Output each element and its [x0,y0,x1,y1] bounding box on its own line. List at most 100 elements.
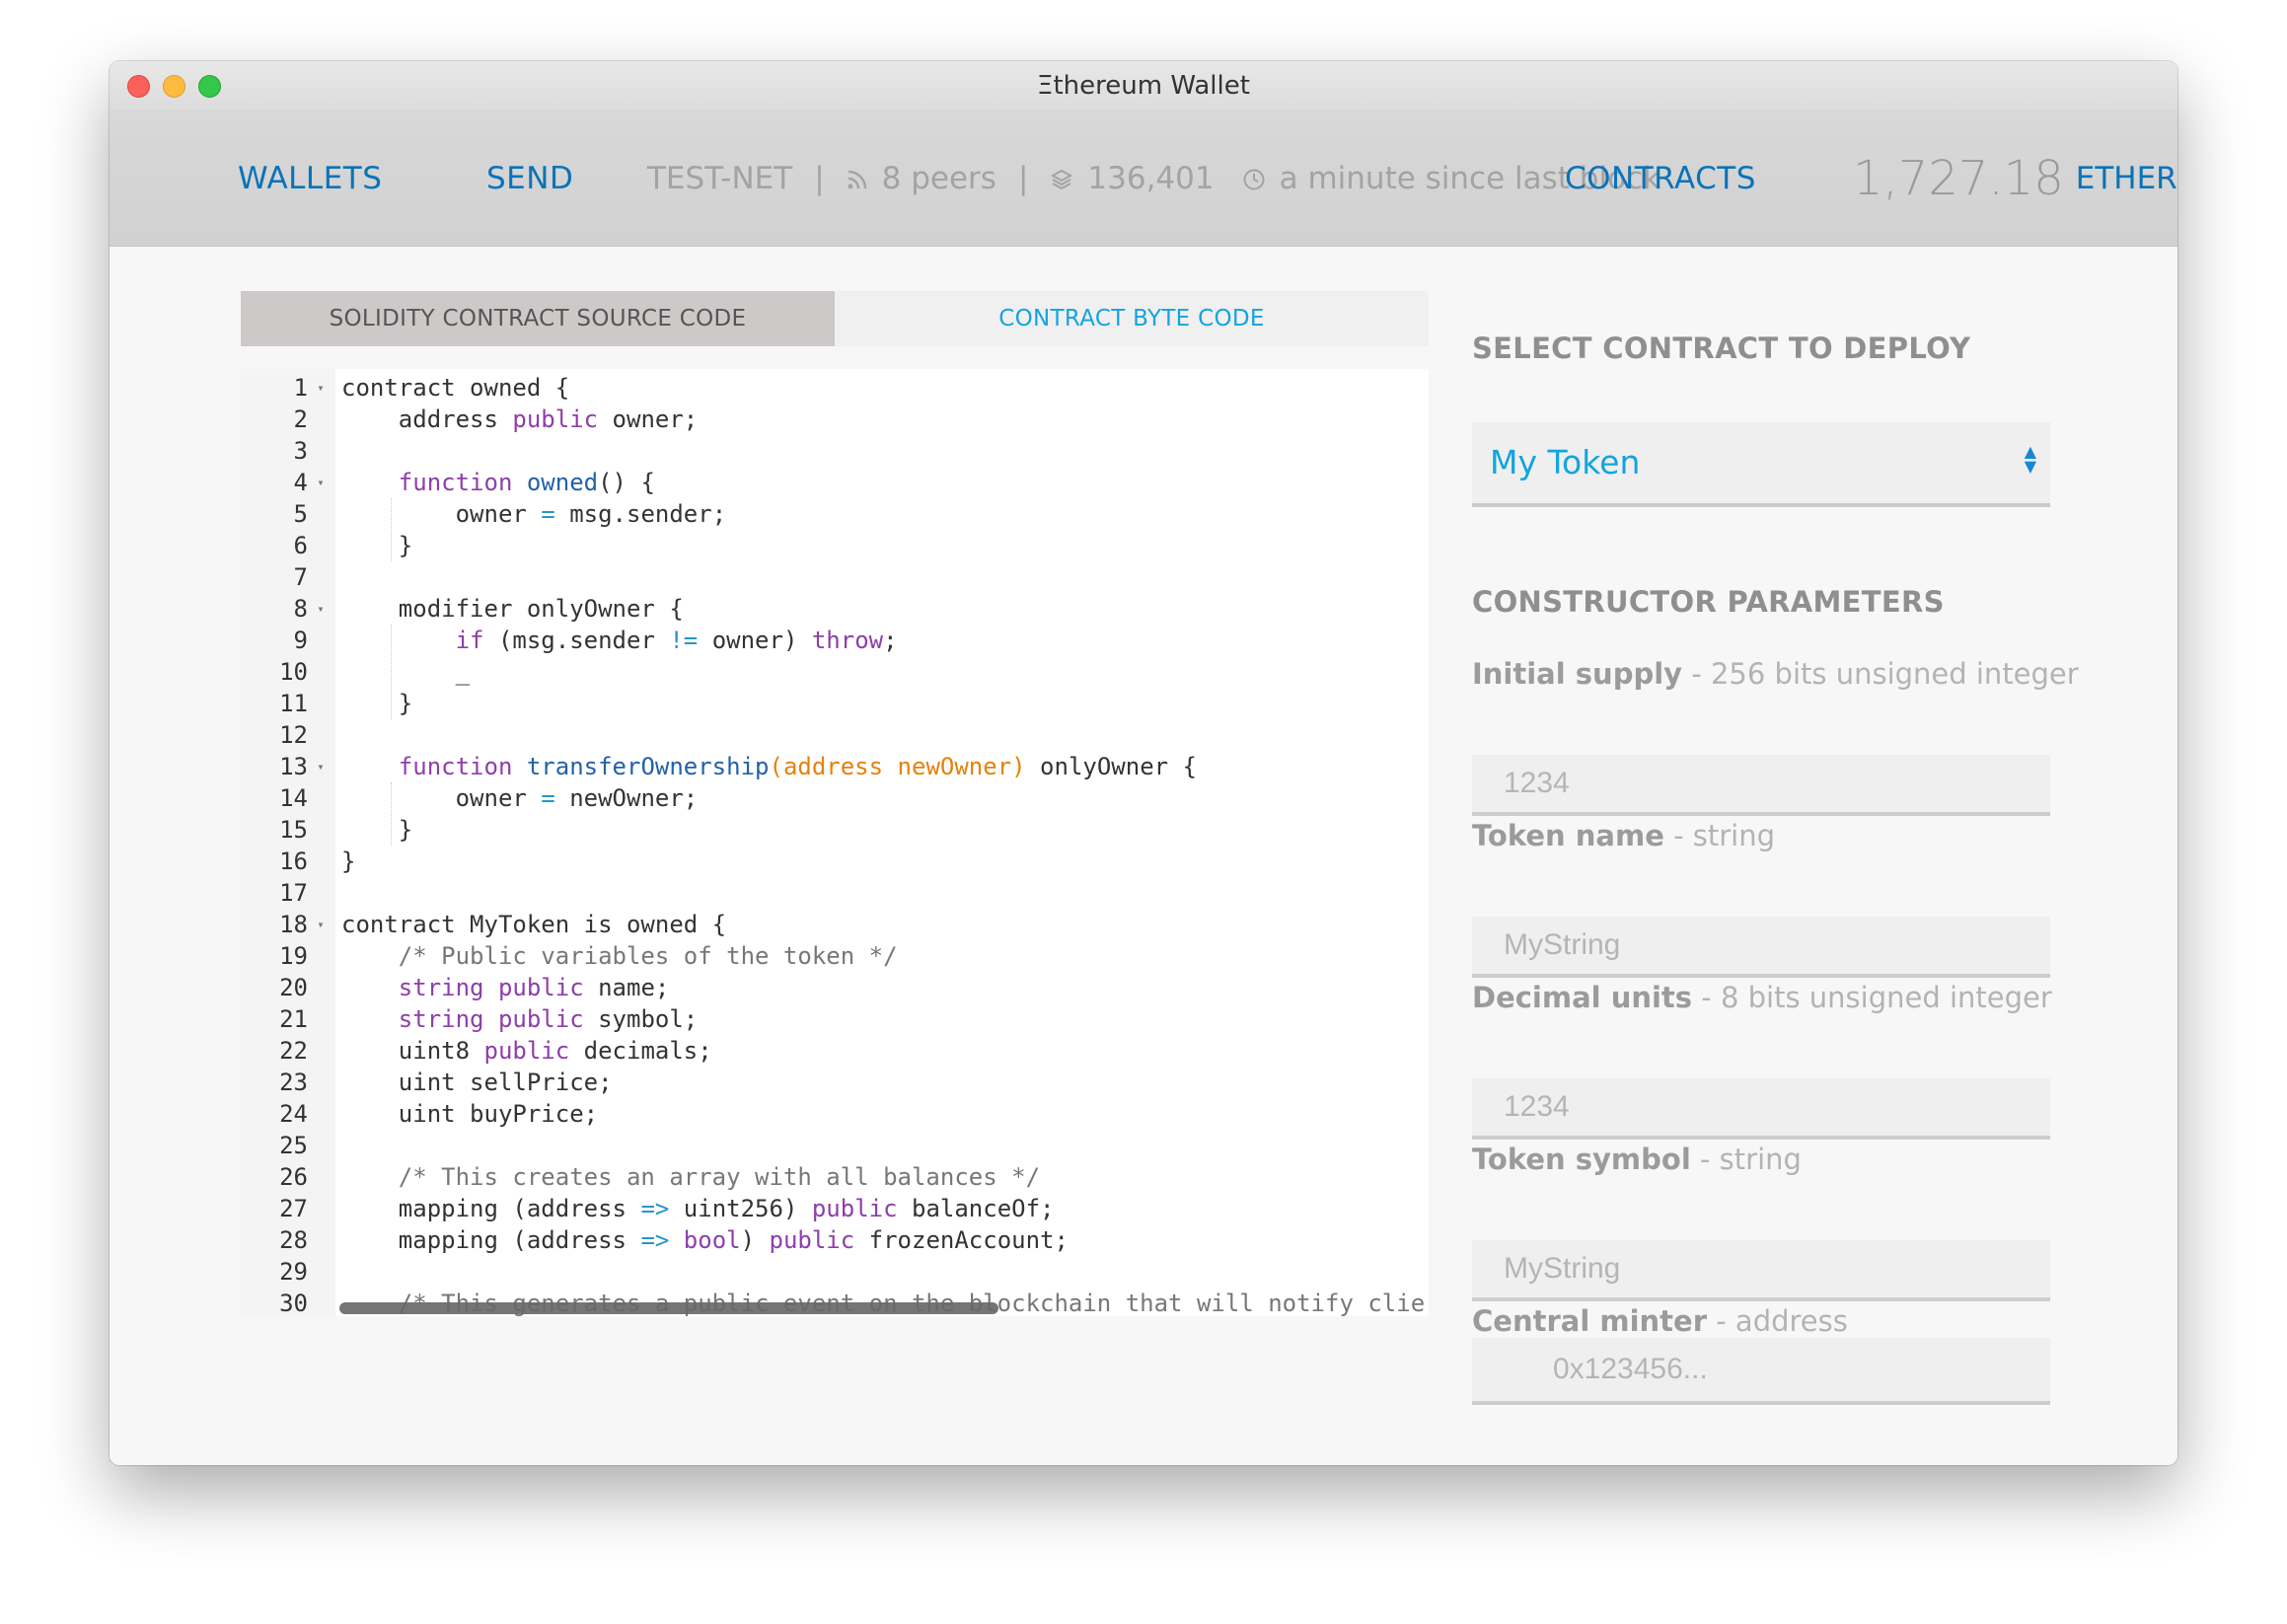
code-line: 25 [241,1130,1429,1161]
nav-send[interactable]: SEND [486,161,573,196]
fold-toggle-icon[interactable]: ▾ [314,909,328,940]
code-line: 28 mapping (address => bool) public froz… [241,1224,1429,1256]
line-number: 9 [293,627,308,654]
line-number: 12 [279,721,308,749]
account-balance: 1,727.18 ETHER [1853,111,2177,246]
code-line: 26 /* This creates an array with all bal… [241,1161,1429,1193]
code-line: 29 [241,1256,1429,1288]
peer-count: 8 peers [881,160,996,196]
block-number: 136,401 [1087,160,1215,196]
fold-toggle-icon[interactable]: ▾ [314,467,328,498]
code-line: 23 uint sellPrice; [241,1067,1429,1098]
line-number: 4 [293,469,308,496]
code-line: 13 ▾ function transferOwnership(address n… [241,751,1429,782]
code-text: string public symbol; [398,1005,699,1033]
code-tabs: SOLIDITY CONTRACT SOURCE CODE CONTRACT B… [241,291,1429,346]
code-text: address public owner; [341,406,699,433]
fold-toggle-icon[interactable]: ▾ [314,751,328,782]
fold-toggle-icon[interactable]: ▾ [314,593,328,625]
code-line: 11 } [241,688,1429,719]
code-line: 12 [241,719,1429,751]
code-line: 4 ▾ function owned() { [241,467,1429,498]
code-editor[interactable]: 1 ▾ contract owned {2 address public owner… [241,369,1429,1316]
code-text: contract owned { [341,374,570,402]
code-line: 14 owner = newOwner; [241,782,1429,814]
token-symbol-input[interactable] [1472,1240,2050,1301]
fold-toggle-icon[interactable]: ▾ [314,372,328,404]
line-number: 20 [279,974,308,1001]
indent-guide [391,625,392,719]
network-name: TEST-NET [647,160,793,196]
code-line: 21 string public symbol; [241,1003,1429,1035]
initial-supply-input[interactable] [1472,755,2050,816]
deploy-heading: SELECT CONTRACT TO DEPLOY [1472,332,1971,365]
nav-contracts[interactable]: CONTRACTS [1565,161,1756,196]
nav-wallets[interactable]: WALLETS [238,161,382,196]
code-text: } [341,816,413,844]
code-text: } [341,532,413,559]
app-window: Ξthereum Wallet WALLETS SEND TEST-NET | … [110,61,2177,1465]
code-line: 3 [241,435,1429,467]
contract-select[interactable]: My Token ▲ ▼ [1472,422,2050,507]
param-label-initial-supply: Initial supply - 256 bits unsigned integ… [1472,657,2079,691]
tab-solidity-source[interactable]: SOLIDITY CONTRACT SOURCE CODE [241,291,835,346]
line-number: 22 [279,1037,308,1065]
line-number: 26 [279,1163,308,1191]
code-text: string public name; [398,974,670,1001]
line-number: 19 [279,942,308,970]
title-bar: Ξthereum Wallet [110,61,2177,111]
param-label-token-name: Token name - string [1472,819,1776,852]
code-text: _ [341,658,471,686]
code-text: function transferOwnership(address newOw… [398,753,1197,780]
line-number: 27 [279,1195,308,1222]
line-number: 17 [279,879,308,907]
code-text: function owned() { [398,469,655,496]
line-number: 15 [279,816,308,844]
line-number: 18 [279,911,308,938]
decimal-units-input[interactable] [1472,1078,2050,1140]
main-toolbar: WALLETS SEND TEST-NET | 8 peers | 136,40… [110,111,2177,247]
selected-contract: My Token [1490,443,1641,481]
code-text: mapping (address => bool) public frozenA… [341,1226,1069,1254]
tab-byte-code[interactable]: CONTRACT BYTE CODE [835,291,1429,346]
line-number: 1 [293,374,308,402]
constructor-heading: CONSTRUCTOR PARAMETERS [1472,585,1945,619]
code-line: 24 uint buyPrice; [241,1098,1429,1130]
code-line: 8 ▾ modifier onlyOwner { [241,593,1429,625]
code-text: modifier onlyOwner { [341,595,684,623]
line-number: 16 [279,848,308,875]
line-number: 30 [279,1290,308,1316]
code-text: /* Public variables of the token */ [398,942,898,970]
code-line: 9 if (msg.sender != owner) throw; [241,625,1429,656]
code-text: uint buyPrice; [341,1100,599,1128]
line-number: 24 [279,1100,308,1128]
line-number: 21 [279,1005,308,1033]
central-minter-input[interactable] [1472,1338,2050,1405]
code-text: owner = msg.sender; [341,500,727,528]
code-line: 1 ▾ contract owned { [241,372,1429,404]
code-line: 15 } [241,814,1429,846]
code-line: 10 _ [241,656,1429,688]
window-title: Ξthereum Wallet [1037,71,1250,101]
code-text: uint sellPrice; [341,1069,613,1096]
horizontal-scrollbar[interactable] [339,1302,998,1314]
line-number: 6 [293,532,308,559]
line-number: 13 [279,753,308,780]
line-number: 28 [279,1226,308,1254]
code-text: owner = newOwner; [341,784,699,812]
code-text: } [341,690,413,717]
code-text: mapping (address => uint256) public bala… [341,1195,1055,1222]
peers-icon [847,161,868,196]
code-line: 18 ▾ contract MyToken is owned { [241,909,1429,940]
line-number: 29 [279,1258,308,1286]
indent-guide [391,498,392,561]
code-text: contract MyToken is owned { [341,911,727,938]
select-arrows-icon: ▲ ▼ [2024,442,2036,476]
token-name-input[interactable] [1472,917,2050,978]
code-line: 5 owner = msg.sender; [241,498,1429,530]
network-status: TEST-NET | 8 peers | 136,401 a minute si… [647,111,1660,246]
line-number: 10 [279,658,308,686]
balance-unit[interactable]: ETHER [2076,161,2177,196]
code-line: 17 [241,877,1429,909]
code-line: 2 address public owner; [241,404,1429,435]
